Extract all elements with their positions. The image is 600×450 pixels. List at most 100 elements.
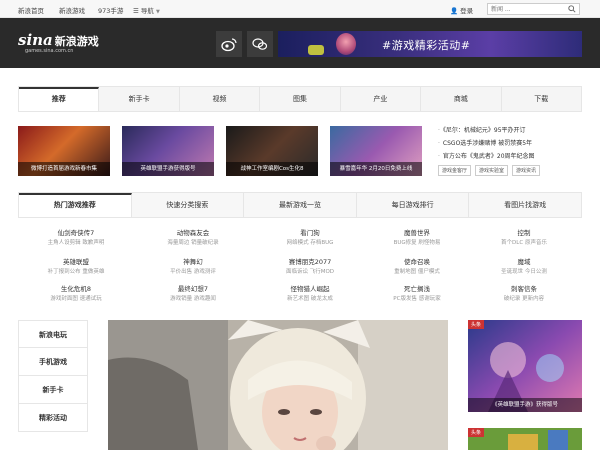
tab-hot-games[interactable]: 热门游戏推荐	[19, 193, 132, 217]
main-tabs: 推荐 新手卡 视频 图集 产业 商城 下载	[18, 86, 582, 112]
thumb-card-1[interactable]: 微博打造首届游戏新春市集	[18, 126, 110, 176]
game-title[interactable]: 赛博朋克2077	[263, 257, 357, 267]
featured-photo[interactable]	[108, 320, 448, 450]
game-subs: 破纪录 更新内容	[477, 294, 571, 304]
event-banner[interactable]: #游戏精彩活动#	[278, 31, 582, 57]
side-feature-card[interactable]: 头条 《英雄联盟手游》获得版号	[468, 320, 582, 412]
game-sub-link[interactable]: 游戏测评	[194, 269, 216, 275]
nav-menu-button[interactable]: ☰ 导航 ▼	[133, 5, 160, 15]
game-title[interactable]: 怪物猎人崛起	[263, 284, 357, 294]
game-subs: BUG修复 刷怪物易	[370, 238, 464, 248]
game-title[interactable]: 看门狗	[263, 228, 357, 238]
game-title[interactable]: 仙剑奇侠传7	[29, 228, 123, 238]
game-subs: 面临诉讼 飞行MOD	[263, 267, 357, 277]
login-label: 登录	[460, 7, 474, 15]
game-sub-link[interactable]: 补丁报到公布	[48, 269, 81, 275]
game-title[interactable]: 死亡搁浅	[370, 284, 464, 294]
news-list: 《尼尔：机械纪元》95平办开订 CSGO选手涉嫌赌博 被罚禁赛5年 官方公布《鬼…	[438, 124, 588, 176]
game-sub-link[interactable]: 游戏封面图	[50, 296, 78, 302]
game-sub-link[interactable]: 重做英雄	[82, 269, 104, 275]
thumb-card-4[interactable]: 暴雪嘉年华 2月20日免费上线	[330, 126, 422, 176]
game-sub-link[interactable]: 破纪录	[504, 296, 521, 302]
game-title[interactable]: 动物森友会	[146, 228, 240, 238]
headline-tag: 头条	[468, 428, 485, 437]
game-title[interactable]: 魔兽世界	[370, 228, 464, 238]
top-link-973[interactable]: 973手游	[98, 5, 123, 15]
menu-item-newbie-card[interactable]: 新手卡	[18, 376, 88, 404]
chip-game-lab[interactable]: 游戏实验室	[475, 165, 509, 176]
news-item[interactable]: 《尼尔：机械纪元》95平办开订	[438, 124, 588, 137]
game-title[interactable]: 魔域	[477, 257, 571, 267]
user-icon: 👤	[450, 7, 459, 15]
game-title[interactable]: 刺客信条	[477, 284, 571, 294]
game-sub-link[interactable]: 主角人设剪辑	[48, 240, 81, 246]
game-subs: 网络模式 存档BUG	[263, 238, 357, 248]
tab-recommend[interactable]: 推荐	[19, 87, 100, 111]
login-link[interactable]: 👤 登录	[450, 5, 473, 15]
side-feature-image-2	[468, 428, 582, 450]
sina-games-logo[interactable]: sina 新浪游戏 games.sina.com.cn	[18, 30, 99, 54]
game-sub-link[interactable]: 游戏趣闻	[194, 296, 216, 302]
weibo-button[interactable]	[216, 31, 242, 57]
thumb-card-3[interactable]: 战神工作室编剧Cos生化8	[226, 126, 318, 176]
tab-mall[interactable]: 商城	[421, 87, 502, 111]
game-sub-link[interactable]: 网络模式	[287, 240, 309, 246]
game-sub-link[interactable]: 销量破纪录	[191, 240, 219, 246]
tab-gallery[interactable]: 图集	[260, 87, 341, 111]
game-sub-link[interactable]: 今日公测	[525, 269, 547, 275]
menu-item-sina-games[interactable]: 新浪电玩	[18, 320, 88, 348]
game-title[interactable]: 生化危机8	[29, 284, 123, 294]
game-sub-link[interactable]: 僵尸模式	[418, 269, 440, 275]
tab-daily-ranking[interactable]: 每日游戏排行	[357, 193, 470, 217]
tab-download[interactable]: 下载	[502, 87, 581, 111]
tab-video[interactable]: 视频	[180, 87, 261, 111]
game-sub-link[interactable]: 速通试玩	[80, 296, 102, 302]
game-sub-link[interactable]: 面临诉讼	[286, 269, 308, 275]
game-sub-link[interactable]: 感谢玩家	[419, 296, 441, 302]
logo-brand: sina	[18, 31, 53, 49]
game-title[interactable]: 最终幻想7	[146, 284, 240, 294]
tab-industry[interactable]: 产业	[341, 87, 422, 111]
game-sub-link[interactable]: 存档BUG	[310, 240, 333, 246]
menu-item-mobile-games[interactable]: 手机游戏	[18, 348, 88, 376]
game-sub-link[interactable]: 刷怪物易	[418, 240, 440, 246]
game-subs: 主角人设剪辑 致歉声明	[29, 238, 123, 248]
top-link-sina-home[interactable]: 新浪首页	[18, 5, 44, 15]
game-subs: PC版发售 感谢玩家	[370, 294, 464, 304]
top-bar: 新浪首页 新浪游戏 973手游 ☰ 导航 ▼ 👤 登录	[0, 0, 600, 18]
game-sub-link[interactable]: 首个DLC	[501, 240, 523, 246]
game-sub-link[interactable]: 更新内容	[522, 296, 544, 302]
tab-quick-search[interactable]: 快速分类搜索	[132, 193, 245, 217]
search-icon[interactable]	[568, 5, 576, 13]
game-sub-link[interactable]: 海量周边	[167, 240, 189, 246]
game-sub-link[interactable]: 破龙太成	[311, 296, 333, 302]
side-feature-card-2[interactable]: 头条	[468, 428, 582, 450]
game-title[interactable]: 控制	[477, 228, 571, 238]
news-item[interactable]: CSGO选手涉嫌赌博 被罚禁赛5年	[438, 137, 588, 150]
game-sub-link[interactable]: 飞行MOD	[310, 269, 334, 275]
search-input[interactable]	[488, 4, 563, 14]
game-sub-link[interactable]: 重制地图	[394, 269, 416, 275]
game-sub-link[interactable]: 平价出售	[170, 269, 192, 275]
thumb-card-2[interactable]: 英雄联盟手游获得版号	[122, 126, 214, 176]
tab-newbie-card[interactable]: 新手卡	[99, 87, 180, 111]
tab-latest-games[interactable]: 最新游戏一览	[244, 193, 357, 217]
game-sub-link[interactable]: BUG修复	[394, 240, 417, 246]
game-sub-link[interactable]: 致歉声明	[82, 240, 104, 246]
game-title[interactable]: 神舞幻	[146, 257, 240, 267]
game-sub-link[interactable]: 原声音乐	[525, 240, 547, 246]
wechat-button[interactable]	[247, 31, 273, 57]
tab-image-search[interactable]: 看图片找游戏	[469, 193, 581, 217]
game-sub-link[interactable]: 新艺术图	[287, 296, 309, 302]
news-item[interactable]: 官方公布《鬼武者》20周年纪念图	[438, 150, 588, 163]
chip-game-news[interactable]: 游戏资讯	[512, 165, 541, 176]
menu-item-events[interactable]: 精彩活动	[18, 404, 88, 432]
game-sub-link[interactable]: 游戏销量	[170, 296, 192, 302]
game-sub-link[interactable]: PC版发售	[393, 296, 417, 302]
chip-game-hall[interactable]: 游戏金客厅	[438, 165, 472, 176]
game-sub-link[interactable]: 圣诞现世	[501, 269, 523, 275]
game-title[interactable]: 使命召唤	[370, 257, 464, 267]
site-header: sina 新浪游戏 games.sina.com.cn #游戏精彩活动#	[0, 18, 600, 68]
top-link-sina-games[interactable]: 新浪游戏	[59, 5, 85, 15]
game-title[interactable]: 英雄联盟	[29, 257, 123, 267]
